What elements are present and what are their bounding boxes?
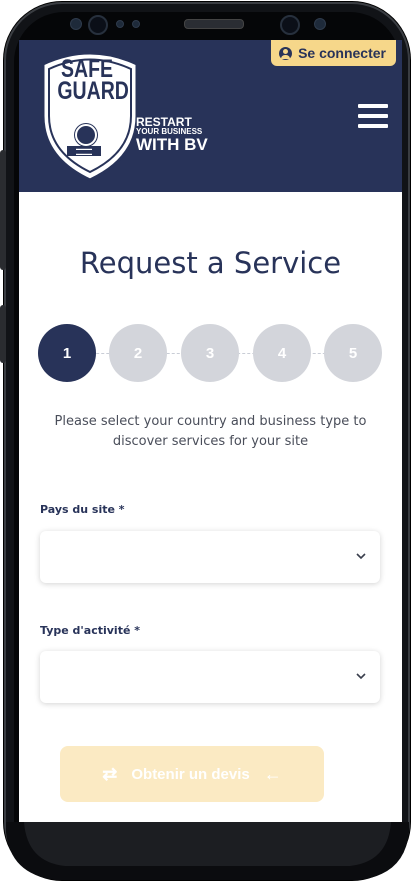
- get-quote-label: Obtenir un devis: [131, 765, 250, 783]
- step-2[interactable]: 2: [109, 324, 167, 382]
- logo-line-guard: GUARD: [57, 77, 129, 105]
- swap-arrows-icon: ⇄: [102, 763, 118, 784]
- camera-lens-icon: [88, 15, 108, 35]
- menu-bar: [358, 104, 388, 108]
- chevron-down-icon: [356, 673, 366, 680]
- activity-label: Type d'activité *: [40, 624, 140, 637]
- instructions-text: Please select your country and business …: [54, 414, 367, 449]
- camera-bar: [60, 12, 350, 35]
- arrow-left-icon: ←: [263, 763, 282, 784]
- step-1[interactable]: 1: [38, 324, 96, 382]
- sensor-icon: [116, 20, 124, 28]
- menu-button[interactable]: [358, 104, 388, 128]
- tagline: RESTART YOUR BUSINESS WITH BV: [136, 116, 208, 153]
- step-5[interactable]: 5: [324, 324, 382, 382]
- step-indicator: 1 2 3 4 5: [38, 324, 383, 382]
- country-label: Pays du site *: [40, 503, 125, 516]
- logo-text: SAFE GUARD: [57, 57, 129, 105]
- bureau-veritas-seal-icon: [75, 124, 97, 146]
- volume-button: [0, 150, 6, 270]
- speaker-grille: [184, 19, 244, 29]
- step-3[interactable]: 3: [181, 324, 239, 382]
- menu-bar: [358, 124, 388, 128]
- site-header: SAFE GUARD ▬▬▬▬ ▬▬▬▬ RESTART YOUR BUSINES…: [19, 40, 402, 192]
- user-circle-icon: [279, 46, 293, 60]
- chevron-down-icon: [356, 553, 366, 560]
- step-4[interactable]: 4: [253, 324, 311, 382]
- country-select[interactable]: [40, 531, 380, 583]
- sensor-icon: [132, 20, 140, 28]
- sensor-icon: [314, 18, 326, 30]
- get-quote-button[interactable]: ⇄ Obtenir un devis ←: [60, 746, 324, 802]
- login-label: Se connecter: [298, 45, 386, 61]
- page-title: Request a Service: [79, 246, 342, 280]
- menu-bar: [358, 114, 388, 118]
- login-button[interactable]: Se connecter: [271, 40, 396, 66]
- power-button: [0, 305, 6, 363]
- front-camera-icon: [280, 15, 300, 35]
- phone-bottom-bezel: [6, 822, 409, 880]
- activity-select[interactable]: [40, 651, 380, 703]
- bureau-veritas-label: ▬▬▬▬ ▬▬▬▬: [67, 146, 101, 156]
- tagline-bv: WITH BV: [136, 135, 208, 154]
- app-screen: SAFE GUARD ▬▬▬▬ ▬▬▬▬ RESTART YOUR BUSINES…: [19, 40, 402, 823]
- sensor-icon: [70, 18, 82, 30]
